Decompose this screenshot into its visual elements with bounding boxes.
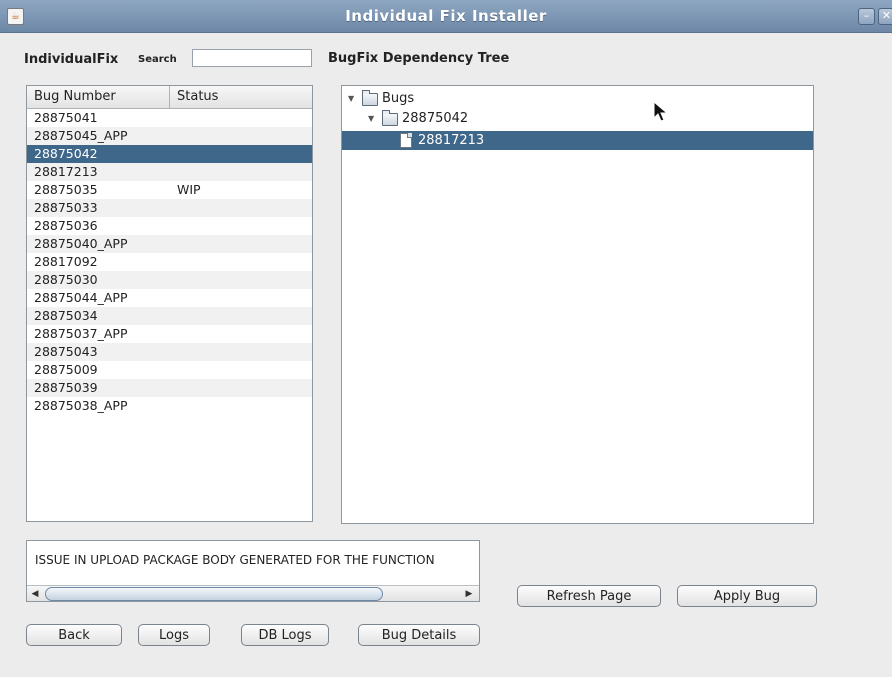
dependency-tree[interactable]: ▼ Bugs ▼ 28875042 28817213	[341, 85, 814, 524]
file-icon	[400, 133, 412, 148]
folder-open-icon	[362, 90, 378, 106]
bug-description-text: ISSUE IN UPLOAD PACKAGE BODY GENERATED F…	[35, 553, 435, 567]
table-row[interactable]: 28875038_APP	[27, 397, 312, 415]
bug-number-cell: 28875039	[34, 380, 98, 395]
bug-number-cell: 28875044_APP	[34, 290, 128, 305]
table-row[interactable]: 28875044_APP	[27, 289, 312, 307]
tree-node-label: 28817213	[418, 133, 485, 148]
minimize-button[interactable]: –	[858, 8, 875, 25]
horizontal-scrollbar[interactable]: ◀ ▶	[27, 585, 479, 601]
table-row[interactable]: 28875043	[27, 343, 312, 361]
expand-arrow-icon[interactable]: ▼	[368, 109, 374, 128]
close-button[interactable]: ✕	[878, 8, 892, 25]
table-row[interactable]: 28817213	[27, 163, 312, 181]
status-cell: WIP	[177, 182, 201, 197]
table-row[interactable]: 28875041	[27, 109, 312, 127]
bug-number-cell: 28875037_APP	[34, 326, 128, 341]
logs-button[interactable]: Logs	[138, 624, 210, 646]
title-bar: ☕ Individual Fix Installer – ✕	[0, 0, 892, 33]
bug-table[interactable]: Bug Number Status 28875041 28875045_APP 28…	[26, 85, 313, 522]
bug-number-cell: 28875030	[34, 272, 98, 287]
scroll-left-icon[interactable]: ◀	[27, 586, 43, 601]
table-row[interactable]: 28875030	[27, 271, 312, 289]
bug-number-cell: 28875009	[34, 362, 98, 377]
db-logs-button[interactable]: DB Logs	[241, 624, 329, 646]
tree-node-label: 28875042	[402, 111, 469, 126]
bug-number-cell: 28875033	[34, 200, 98, 215]
bug-number-cell: 28875034	[34, 308, 98, 323]
table-header: Bug Number Status	[27, 86, 312, 109]
bug-description-field[interactable]: ISSUE IN UPLOAD PACKAGE BODY GENERATED F…	[26, 540, 480, 602]
mouse-cursor-icon	[653, 101, 669, 122]
refresh-page-button[interactable]: Refresh Page	[517, 585, 661, 607]
table-row[interactable]: 28875034	[27, 307, 312, 325]
search-label: Search	[138, 54, 177, 65]
bug-number-cell: 28875035	[34, 182, 98, 197]
bug-number-cell: 28817092	[34, 254, 98, 269]
scroll-thumb[interactable]	[45, 587, 383, 601]
individualfix-label: IndividualFix	[24, 52, 119, 67]
window-title: Individual Fix Installer	[345, 7, 547, 25]
bug-number-cell: 28875042	[34, 146, 98, 161]
table-row[interactable]: 28817092	[27, 253, 312, 271]
column-header-bug-number[interactable]: Bug Number	[27, 86, 170, 108]
bug-number-cell: 28875045_APP	[34, 128, 128, 143]
apply-bug-button[interactable]: Apply Bug	[677, 585, 817, 607]
bug-number-cell: 28875036	[34, 218, 98, 233]
bug-number-cell: 28875043	[34, 344, 98, 359]
column-header-status[interactable]: Status	[170, 86, 312, 108]
folder-open-icon	[382, 110, 398, 126]
bug-number-cell: 28875038_APP	[34, 398, 128, 413]
table-row[interactable]: 28875045_APP	[27, 127, 312, 145]
dependency-tree-title: BugFix Dependency Tree	[328, 51, 510, 66]
table-row[interactable]: 28875033	[27, 199, 312, 217]
table-row[interactable]: 28875040_APP	[27, 235, 312, 253]
bug-number-cell: 28875041	[34, 110, 98, 125]
search-input[interactable]	[192, 49, 312, 67]
bug-details-button[interactable]: Bug Details	[358, 624, 480, 646]
bug-number-cell: 28817213	[34, 164, 98, 179]
table-body: 28875041 28875045_APP 28875042 28817213 2887…	[27, 109, 312, 415]
table-row[interactable]: 28875035 WIP	[27, 181, 312, 199]
tree-node-bugs[interactable]: ▼ Bugs	[346, 89, 546, 108]
tree-node-label: Bugs	[382, 91, 415, 106]
table-row[interactable]: 28875042	[27, 145, 312, 163]
bug-number-cell: 28875040_APP	[34, 236, 128, 251]
table-row[interactable]: 28875036	[27, 217, 312, 235]
tree-node-28817213[interactable]: 28817213	[398, 131, 598, 150]
expand-arrow-icon[interactable]: ▼	[348, 89, 354, 108]
table-row[interactable]: 28875037_APP	[27, 325, 312, 343]
tree-node-28875042[interactable]: ▼ 28875042	[366, 109, 566, 128]
table-row[interactable]: 28875039	[27, 379, 312, 397]
table-row[interactable]: 28875009	[27, 361, 312, 379]
scroll-right-icon[interactable]: ▶	[461, 586, 477, 601]
back-button[interactable]: Back	[26, 624, 122, 646]
